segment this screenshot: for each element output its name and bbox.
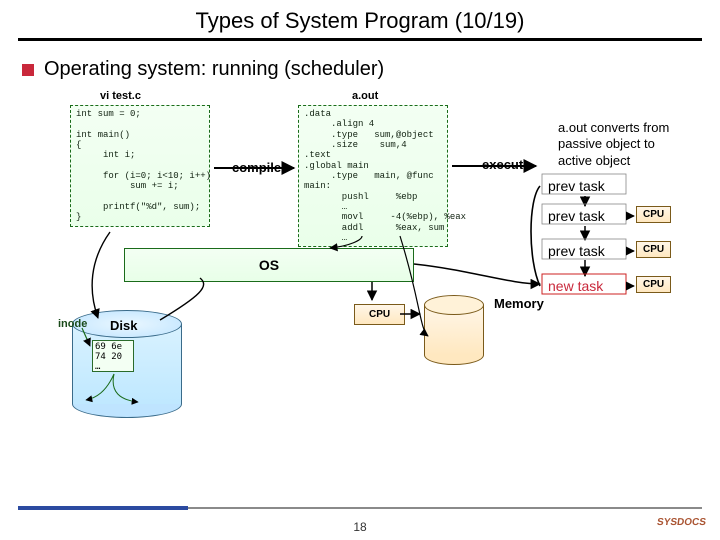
memory-label: Memory — [494, 296, 544, 311]
execute-label: execute — [482, 157, 530, 172]
subheading: Operating system: running (scheduler) — [44, 58, 384, 81]
note-l3: active object — [558, 153, 669, 169]
note-l1: a.out converts from — [558, 120, 669, 136]
source-code: int sum = 0; int main() { int i; for (i=… — [70, 105, 210, 227]
task-prev-3: prev task — [548, 243, 605, 259]
footer-rule — [188, 507, 702, 509]
cpu-chip-3: CPU — [636, 276, 671, 293]
task-prev-2: prev task — [548, 208, 605, 224]
note-l2: passive object to — [558, 136, 669, 152]
slide-title: Types of System Program (10/19) — [0, 8, 720, 34]
cpu-main-chip: CPU — [354, 304, 405, 325]
logo-text: SYSDOCS — [656, 517, 706, 528]
task-prev-1: prev task — [548, 178, 605, 194]
convert-note: a.out converts from passive object to ac… — [558, 120, 669, 169]
page-number: 18 — [0, 520, 720, 534]
os-box: OS — [124, 248, 414, 282]
title-rule — [18, 38, 702, 41]
cpu-chip-1: CPU — [636, 206, 671, 223]
task-new: new task — [548, 278, 603, 294]
cpu-chip-2: CPU — [636, 241, 671, 258]
inode-label: inode — [58, 318, 87, 330]
footer-rule-accent — [18, 506, 188, 510]
aout-label: a.out — [352, 90, 378, 102]
hex-block: 69 6e 74 20 … — [92, 340, 134, 372]
bullet-icon — [22, 64, 34, 76]
source-label: vi test.c — [100, 90, 141, 102]
aout-code: .data .align 4 .type sum,@object .size s… — [298, 105, 448, 247]
disk-label: Disk — [110, 318, 137, 333]
compile-label: compile — [232, 160, 281, 175]
memory-cylinder — [424, 295, 484, 365]
